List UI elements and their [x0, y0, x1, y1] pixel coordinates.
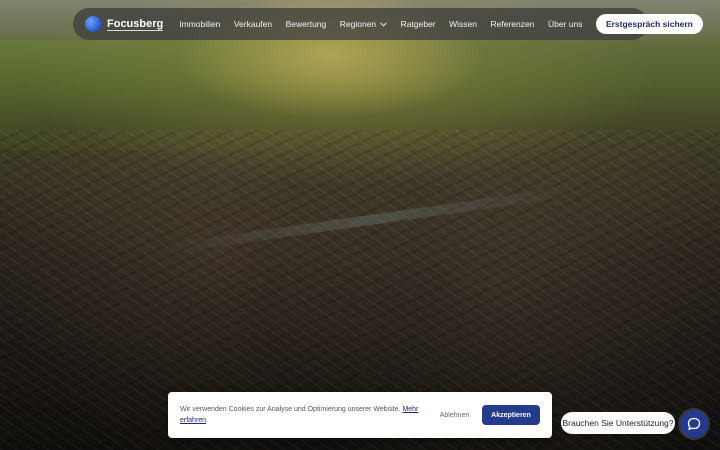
nav-item-wissen[interactable]: Wissen — [449, 19, 477, 29]
support-bubble[interactable]: Brauchen Sie Unterstützung? — [561, 412, 675, 434]
hero-shade — [0, 0, 720, 450]
nav-item-bewertung[interactable]: Bewertung — [286, 19, 327, 29]
brand-logo[interactable]: Focusberg — [85, 16, 164, 32]
hero-background-image — [0, 0, 720, 450]
cookie-message: Wir verwenden Cookies zur Analyse und Op… — [180, 406, 401, 413]
nav-item-immobilien[interactable]: Immobilien — [179, 19, 220, 29]
cookie-accept-button[interactable]: Akzeptieren — [482, 405, 540, 425]
nav-item-ueber-uns[interactable]: Über uns — [548, 19, 583, 29]
chat-button[interactable] — [680, 410, 708, 438]
chevron-down-icon — [380, 21, 388, 27]
chat-icon — [687, 417, 701, 430]
nav-item-regionen-label: Regionen — [339, 19, 377, 29]
nav-item-referenzen[interactable]: Referenzen — [491, 19, 535, 29]
cookie-decline-button[interactable]: Ablehnen — [432, 412, 477, 419]
nav-item-verkaufen[interactable]: Verkaufen — [234, 19, 272, 29]
cookie-banner: Wir verwenden Cookies zur Analyse und Op… — [168, 392, 552, 438]
cookie-text-block: Wir verwenden Cookies zur Analyse und Op… — [180, 404, 424, 426]
brand-name: Focusberg — [107, 17, 164, 31]
main-navbar: Focusberg Immobilien Verkaufen Bewertung… — [73, 8, 703, 40]
nav-item-regionen[interactable]: Regionen — [339, 19, 388, 29]
logo-mark-icon — [85, 16, 101, 32]
nav-item-ratgeber[interactable]: Ratgeber — [401, 19, 436, 29]
cta-button[interactable]: Erstgespräch sichern — [595, 14, 703, 34]
